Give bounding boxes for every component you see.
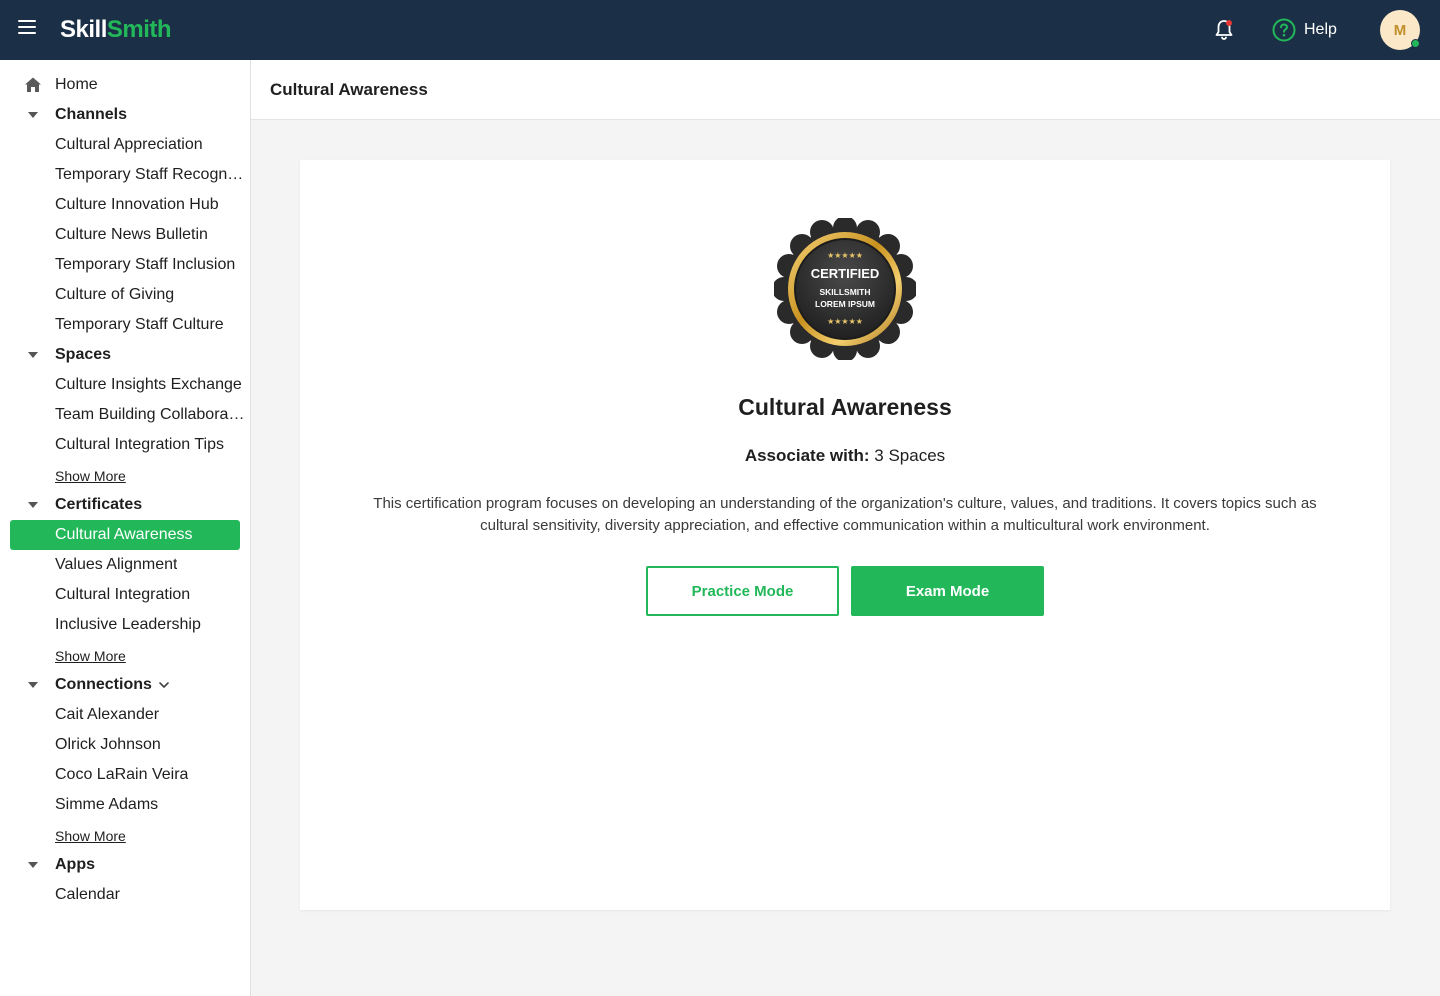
sidebar-section-connections[interactable]: Connections: [0, 670, 250, 700]
page-title: Cultural Awareness: [270, 80, 428, 99]
associate-info: Associate with: 3 Spaces: [300, 444, 1390, 468]
main-content: Cultural Awareness ★★★★★ CERTIFIED SKILL…: [251, 60, 1440, 996]
caret-down-icon: [28, 682, 38, 688]
top-bar: SkillSmith Help M: [0, 0, 1440, 60]
sidebar-item-label: Team Building Collaboration: [55, 406, 245, 423]
associate-value: 3 Spaces: [874, 446, 946, 465]
section-title: Connections: [55, 676, 152, 693]
menu-icon[interactable]: [18, 20, 38, 40]
section-title: Certificates: [55, 496, 143, 513]
sidebar-item-label: Culture Innovation Hub: [55, 196, 219, 213]
certificate-title: Cultural Awareness: [738, 394, 952, 420]
sidebar-item-certificate[interactable]: Values Alignment: [0, 550, 250, 580]
sidebar-item-channel[interactable]: Culture News Bulletin: [0, 220, 250, 250]
badge-line-certified: CERTIFIED: [811, 266, 880, 281]
sidebar-item-connection[interactable]: Olrick Johnson: [0, 730, 250, 760]
svg-text:★★★★★: ★★★★★: [827, 317, 863, 326]
help-label: Help: [1304, 21, 1337, 38]
online-status-dot: [1411, 39, 1420, 48]
main-header: Cultural Awareness: [251, 60, 1440, 120]
user-avatar[interactable]: M: [1380, 10, 1420, 50]
sidebar-item-label: Culture News Bulletin: [55, 226, 208, 243]
avatar-initial: M: [1393, 21, 1407, 39]
notification-bell-icon[interactable]: [1212, 18, 1236, 42]
sidebar-item-label: Coco LaRain Veira: [55, 766, 189, 783]
sidebar-item-label: Simme Adams: [55, 796, 159, 813]
certificate-description: This certification program focuses on de…: [373, 495, 1317, 534]
sidebar-item-space[interactable]: Culture Insights Exchange: [0, 370, 250, 400]
sidebar-item-space[interactable]: Cultural Integration Tips: [0, 430, 250, 460]
section-title: Spaces: [55, 346, 112, 363]
certificates-show-more-link[interactable]: Show More: [55, 646, 126, 666]
sidebar-item-certificate[interactable]: Inclusive Leadership: [0, 610, 250, 640]
sidebar-item-app[interactable]: Calendar: [0, 880, 250, 910]
sidebar-item-label: Culture of Giving: [55, 286, 175, 303]
associate-label: Associate with:: [744, 446, 870, 465]
sidebar-item-label: Cultural Integration Tips: [55, 436, 224, 453]
home-icon: [25, 77, 41, 92]
sidebar-item-label: Temporary Staff Inclusion: [55, 256, 236, 273]
sidebar-section-apps[interactable]: Apps: [0, 850, 250, 880]
help-icon: [1272, 18, 1296, 42]
sidebar-item-channel[interactable]: Temporary Staff Recognition: [0, 160, 250, 190]
sidebar-item-label: Cultural Awareness: [55, 526, 193, 543]
sidebar-item-channel[interactable]: Culture of Giving: [0, 280, 250, 310]
spaces-show-more-link[interactable]: Show More: [55, 466, 126, 486]
sidebar-item-certificate[interactable]: Cultural Integration: [0, 580, 250, 610]
sidebar-item-channel[interactable]: Temporary Staff Inclusion: [0, 250, 250, 280]
caret-down-icon: [28, 112, 38, 118]
sidebar-item-label: Cultural Integration: [55, 586, 191, 603]
certificate-card: ★★★★★ CERTIFIED SKILLSMITH LOREM IPSUM ★…: [300, 160, 1390, 910]
sidebar: Home Channels Cultural Appreciation Temp…: [0, 60, 251, 996]
sidebar-item-connection[interactable]: Simme Adams: [0, 790, 250, 820]
sidebar-item-home[interactable]: Home: [0, 70, 250, 100]
chevron-down-icon[interactable]: [158, 679, 170, 691]
connections-show-more-link[interactable]: Show More: [55, 826, 126, 846]
badge-line-brand: SKILLSMITH: [820, 287, 871, 297]
app-logo[interactable]: SkillSmith: [60, 14, 172, 46]
sidebar-item-label: Values Alignment: [55, 556, 178, 573]
sidebar-item-space[interactable]: Team Building Collaboration: [0, 400, 250, 430]
sidebar-item-label: Cultural Appreciation: [55, 136, 203, 153]
sidebar-item-channel[interactable]: Culture Innovation Hub: [0, 190, 250, 220]
caret-down-icon: [28, 352, 38, 358]
sidebar-section-channels[interactable]: Channels: [0, 100, 250, 130]
practice-mode-button[interactable]: Practice Mode: [646, 566, 839, 616]
section-title: Channels: [55, 106, 128, 123]
svg-text:★★★★★: ★★★★★: [827, 251, 863, 260]
caret-down-icon: [28, 862, 38, 868]
sidebar-item-channel[interactable]: Cultural Appreciation: [0, 130, 250, 160]
sidebar-item-label: Culture Insights Exchange: [55, 376, 242, 393]
help-link[interactable]: Help: [1272, 17, 1337, 43]
sidebar-item-label: Temporary Staff Culture: [55, 316, 224, 333]
sidebar-section-certificates[interactable]: Certificates: [0, 490, 250, 520]
sidebar-item-label: Home: [55, 76, 98, 93]
sidebar-item-certificate-active[interactable]: Cultural Awareness: [10, 520, 240, 550]
logo-text-smith: Smith: [106, 16, 172, 43]
caret-down-icon: [28, 502, 38, 508]
sidebar-item-label: Inclusive Leadership: [55, 616, 201, 633]
sidebar-item-connection[interactable]: Coco LaRain Veira: [0, 760, 250, 790]
sidebar-item-label: Cait Alexander: [55, 706, 160, 723]
sidebar-section-spaces[interactable]: Spaces: [0, 340, 250, 370]
sidebar-item-connection[interactable]: Cait Alexander: [0, 700, 250, 730]
sidebar-item-label: Temporary Staff Recognition: [55, 166, 245, 183]
sidebar-item-label: Calendar: [55, 886, 120, 903]
sidebar-item-label: Olrick Johnson: [55, 736, 161, 753]
section-title: Apps: [55, 856, 95, 873]
logo-text-skill: Skill: [60, 16, 107, 43]
sidebar-item-channel[interactable]: Temporary Staff Culture: [0, 310, 250, 340]
exam-mode-button[interactable]: Exam Mode: [851, 566, 1044, 616]
badge-line-subtitle: LOREM IPSUM: [815, 299, 875, 309]
certified-badge-icon: ★★★★★ CERTIFIED SKILLSMITH LOREM IPSUM ★…: [774, 218, 916, 360]
